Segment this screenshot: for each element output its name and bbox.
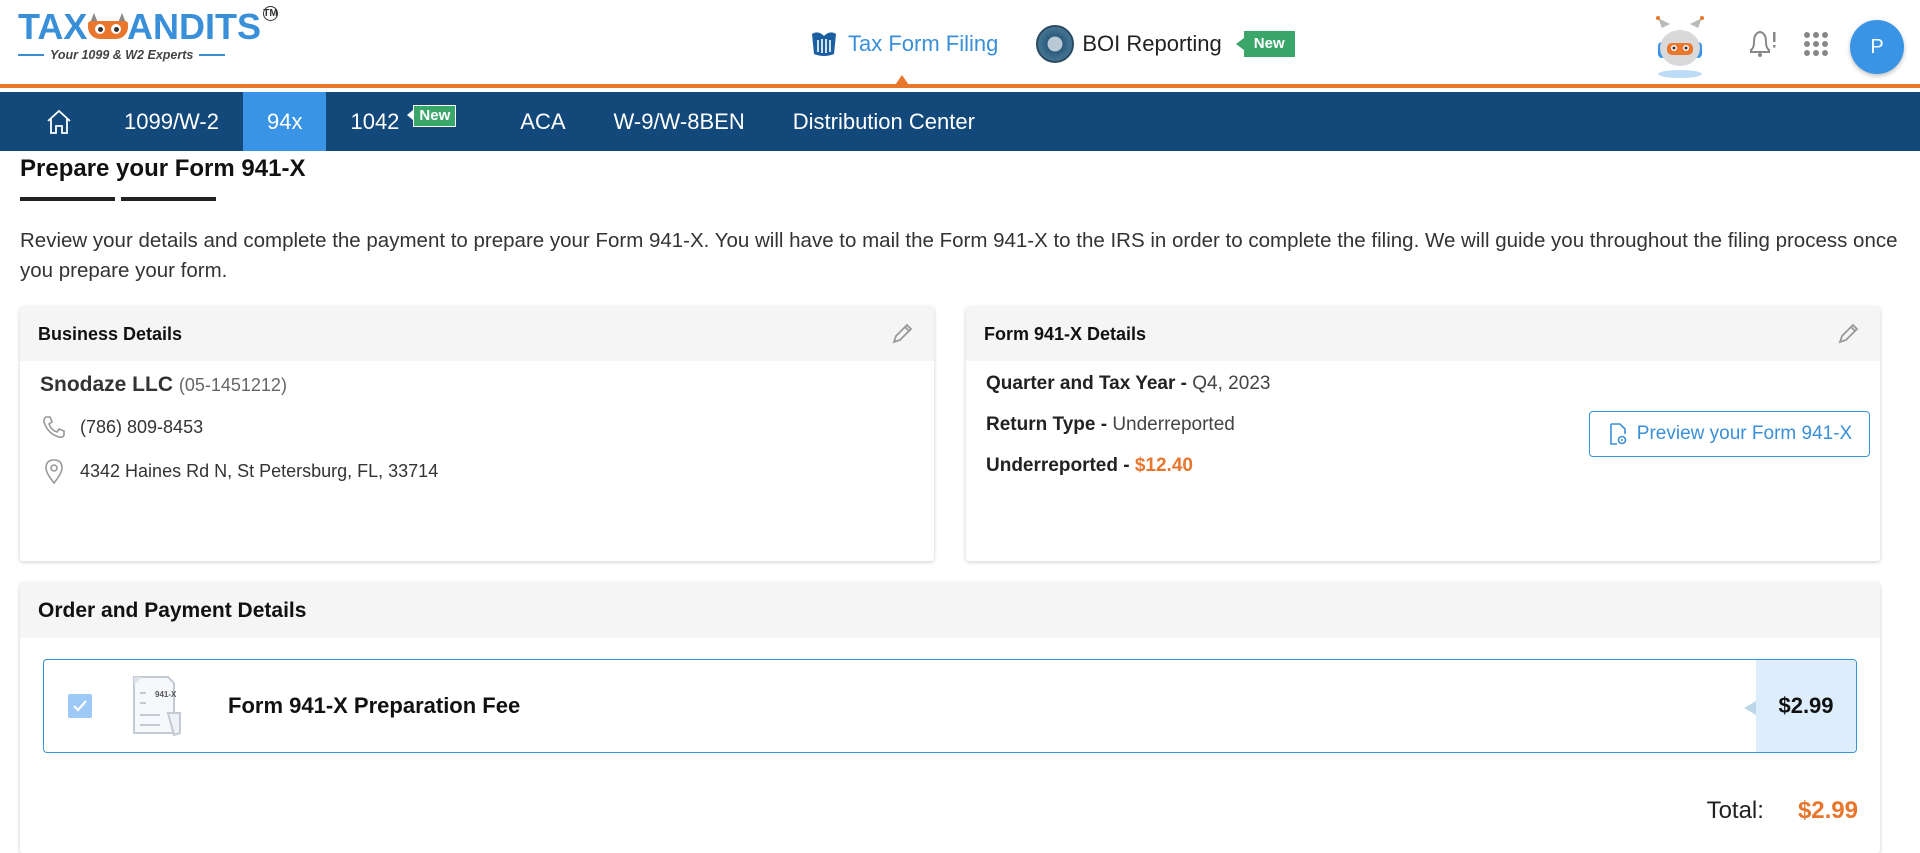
fee-price: $2.99	[1744, 660, 1856, 752]
logo-wordmark: TAX ANDITS TM	[18, 6, 278, 47]
form-document-icon: 941-X	[133, 676, 181, 737]
checkmark-icon	[73, 700, 87, 712]
top-header: TAX ANDITS TM Your 1099 & W2 Experts Tax…	[0, 0, 1920, 88]
card-header: Order and Payment Details	[20, 583, 1880, 638]
nav-aca[interactable]: ACA	[496, 92, 589, 151]
order-line-item: 941-X Form 941-X Preparation Fee $2.99	[43, 659, 1857, 753]
title-underline	[20, 197, 216, 201]
trademark-icon: TM	[263, 6, 278, 21]
document-preview-icon	[1609, 423, 1627, 445]
business-name-text: Snodaze LLC	[40, 373, 174, 396]
boi-seal-icon	[1036, 25, 1075, 63]
nav-label: Distribution Center	[792, 108, 975, 134]
edit-pencil-icon[interactable]	[1834, 320, 1862, 348]
owl-mask-icon	[88, 13, 129, 41]
form-details-card: Form 941-X Details Quarter and Tax Year …	[966, 307, 1880, 561]
business-ein: (05-1451212)	[178, 375, 287, 395]
field-value: Underreported	[1112, 414, 1235, 435]
location-pin-icon	[45, 459, 63, 485]
nav-w9-w8ben[interactable]: W-9/W-8BEN	[590, 92, 769, 151]
nav-label: ACA	[520, 108, 566, 134]
nav-1042[interactable]: 1042 New	[326, 92, 496, 151]
home-icon	[47, 109, 71, 134]
business-name: Snodaze LLC (05-1451212)	[40, 373, 914, 397]
business-phone: (786) 809-8453	[80, 416, 204, 437]
card-header: Form 941-X Details	[966, 307, 1880, 361]
tagline-text: Your 1099 & W2 Experts	[50, 48, 194, 62]
nav-boi-reporting[interactable]: BOI Reporting New	[1036, 25, 1295, 63]
fee-checkbox[interactable]	[68, 694, 92, 718]
user-avatar[interactable]: P	[1850, 20, 1904, 74]
field-label: Quarter and Tax Year -	[986, 373, 1193, 394]
logo-text-tax: TAX	[18, 6, 88, 47]
new-badge: New	[407, 104, 457, 127]
doc-label: 941-X	[155, 690, 177, 699]
logo-text-andits: ANDITS	[127, 6, 261, 47]
total-label: Total:	[1706, 797, 1764, 824]
chatbot-robot-icon[interactable]	[1648, 14, 1712, 80]
notification-bell-icon[interactable]	[1744, 26, 1778, 60]
total-value: $2.99	[1797, 797, 1858, 824]
button-label: Preview your Form 941-X	[1636, 423, 1853, 444]
nav-label: 94x	[266, 108, 303, 134]
business-details-card: Business Details Snodaze LLC (05-1451212…	[20, 307, 934, 561]
underreported-amount: Underreported - $12.40	[986, 455, 1860, 477]
nav-distribution-center[interactable]: Distribution Center	[769, 92, 999, 151]
intro-text: Review your details and complete the pay…	[20, 229, 1898, 282]
field-value: Q4, 2023	[1192, 373, 1271, 394]
nav-tax-form-filing[interactable]: Tax Form Filing	[808, 28, 998, 60]
phone-icon	[43, 416, 65, 439]
product-nav: Tax Form Filing BOI Reporting New	[808, 22, 1295, 66]
apps-grid-icon[interactable]	[1804, 32, 1828, 56]
nav-label: W-9/W-8BEN	[613, 108, 745, 134]
page-title: Prepare your Form 941-X	[20, 155, 306, 182]
business-phone-row: (786) 809-8453	[40, 413, 914, 441]
field-value: $12.40	[1134, 455, 1193, 476]
logo-tagline: Your 1099 & W2 Experts	[18, 48, 278, 62]
card-header: Business Details	[20, 307, 934, 361]
order-total: Total: $2.99	[1707, 797, 1858, 825]
nav-label: Tax Form Filing	[848, 31, 999, 56]
nav-1099-w2[interactable]: 1099/W-2	[100, 92, 243, 151]
field-label: Return Type -	[986, 414, 1113, 435]
fee-label: Form 941-X Preparation Fee	[228, 693, 521, 718]
preview-form-button[interactable]: Preview your Form 941-X	[1589, 411, 1870, 457]
field-label: Underreported -	[986, 455, 1135, 476]
card-title: Order and Payment Details	[38, 598, 307, 622]
main-nav: 1099/W-2 94x 1042 New ACA W-9/W-8BEN Dis…	[0, 92, 1920, 151]
nav-home[interactable]	[0, 92, 100, 151]
new-badge: New	[1235, 31, 1295, 57]
edit-pencil-icon[interactable]	[888, 320, 916, 348]
card-title: Business Details	[38, 323, 183, 344]
order-payment-card: Order and Payment Details 941-X Form 941…	[20, 583, 1880, 853]
nav-label: BOI Reporting	[1082, 31, 1222, 56]
card-title: Form 941-X Details	[984, 323, 1147, 344]
business-address: 4342 Haines Rd N, St Petersburg, FL, 337…	[80, 460, 439, 481]
nav-94x[interactable]: 94x	[242, 92, 327, 151]
irs-eagle-icon	[812, 32, 836, 56]
quarter-tax-year: Quarter and Tax Year - Q4, 2023	[986, 373, 1860, 395]
nav-label: 1042	[350, 108, 400, 134]
active-indicator-caret	[893, 75, 911, 88]
nav-label: 1099/W-2	[124, 108, 219, 134]
business-address-row: 4342 Haines Rd N, St Petersburg, FL, 337…	[40, 457, 914, 485]
taxbandits-logo[interactable]: TAX ANDITS TM Your 1099 & W2 Experts	[18, 6, 278, 68]
